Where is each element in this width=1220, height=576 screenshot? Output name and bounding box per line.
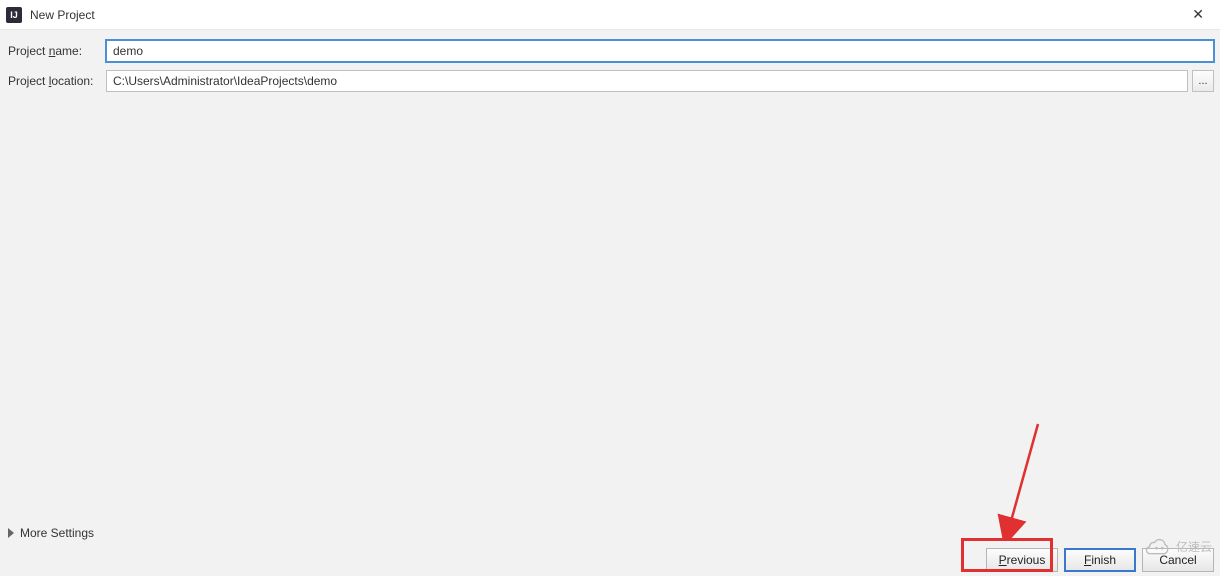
button-accel: P	[999, 553, 1007, 567]
watermark: 亿速云	[1144, 536, 1212, 556]
app-icon: IJ	[6, 7, 22, 23]
more-settings-toggle[interactable]: More Settings	[8, 526, 94, 540]
cloud-icon	[1144, 536, 1172, 556]
project-location-row: Project location: ...	[6, 70, 1214, 92]
label-text: Project	[8, 44, 49, 58]
label-text: ame:	[55, 44, 82, 58]
finish-button[interactable]: Finish	[1064, 548, 1136, 572]
button-text: inish	[1091, 553, 1116, 567]
browse-button[interactable]: ...	[1192, 70, 1214, 92]
chevron-right-icon	[8, 528, 14, 538]
titlebar: IJ New Project ✕	[0, 0, 1220, 30]
project-location-label: Project location:	[6, 74, 106, 88]
more-settings-label: More Settings	[20, 526, 94, 540]
project-name-input[interactable]	[106, 40, 1214, 62]
previous-button[interactable]: Previous	[986, 548, 1058, 572]
annotation-arrow-icon	[990, 420, 1050, 540]
button-accel: F	[1084, 553, 1091, 567]
label-text: Project	[8, 74, 49, 88]
project-location-input[interactable]	[106, 70, 1188, 92]
window-title: New Project	[30, 8, 95, 22]
project-name-row: Project name:	[6, 40, 1214, 62]
form-area: Project name: Project location: ...	[0, 30, 1220, 92]
project-name-label: Project name:	[6, 44, 106, 58]
close-icon[interactable]: ✕	[1186, 4, 1210, 25]
label-text: ocation:	[51, 74, 93, 88]
watermark-text: 亿速云	[1176, 538, 1212, 555]
button-text: revious	[1007, 553, 1046, 567]
